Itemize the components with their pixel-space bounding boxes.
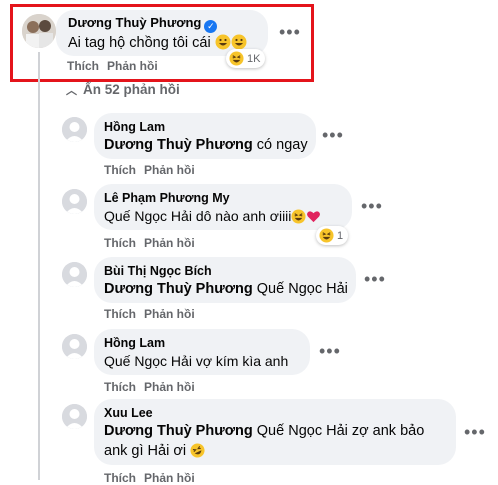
like-button[interactable]: Thích [104,163,136,177]
heart-emoji-icon [307,211,321,223]
hide-replies-button[interactable]: ︿ Ẩn 52 phản hồi [66,82,180,98]
reply-text: Dương Thuỳ Phương có ngay [104,137,308,153]
reply-button[interactable]: Phản hồi [144,471,195,485]
reply-actions: Thích Phản hồi [104,236,203,250]
hide-replies-label: Ẩn 52 phản hồi [83,82,180,97]
grinning-emoji-icon [215,34,231,50]
rofl-emoji-icon [190,443,205,458]
avatar[interactable] [62,117,87,142]
more-options-button[interactable]: ••• [464,423,486,441]
grinning-emoji-icon [231,34,247,50]
like-button[interactable]: Thích [104,471,136,485]
reply-author[interactable]: Lê Phạm Phương My [104,190,342,206]
reply-author[interactable]: Hồng Lam [104,335,300,351]
comment-author[interactable]: Dương Thuỳ Phương ✓ [68,15,256,33]
avatar[interactable] [62,334,87,359]
reply-bubble: Hồng Lam Dương Thuỳ Phương có ngay [94,113,316,159]
reply-text: Dương Thuỳ Phương Quế Ngọc Hải [104,281,348,297]
tagged-user-link[interactable]: Dương Thuỳ Phương [104,281,253,297]
reply-actions: Thích Phản hồi [104,471,203,485]
default-avatar-icon [62,404,87,429]
default-avatar-icon [62,117,87,142]
verified-badge-icon: ✓ [204,20,218,33]
avatar[interactable] [62,262,87,287]
reply-bubble: Bùi Thị Ngọc Bích Dương Thuỳ Phương Quế … [94,257,356,303]
reply-button[interactable]: Phản hồi [144,236,195,250]
like-button[interactable]: Thích [104,380,136,394]
reply-author[interactable]: Bùi Thị Ngọc Bích [104,263,346,279]
laughing-emoji-icon [319,228,334,243]
reaction-count-label: 1 [337,229,344,242]
reaction-count[interactable]: 1K [226,49,266,68]
more-options-button[interactable]: ••• [322,126,344,144]
reply-bubble: Hồng Lam Quế Ngọc Hải vợ kím kìa anh [94,329,310,375]
reply-text: Quế Ngọc Hải dô nào anh ơiiii [104,206,342,226]
reply-button[interactable]: Phản hồi [107,59,158,73]
reply-bubble: Xuu Lee Dương Thuỳ Phương Quế Ngọc Hải z… [94,399,456,465]
more-options-button[interactable]: ••• [364,270,386,288]
more-options-button[interactable]: ••• [361,197,383,215]
default-avatar-icon [62,334,87,359]
avatar[interactable] [62,404,87,429]
reply-actions: Thích Phản hồi [104,307,203,321]
reply-button[interactable]: Phản hồi [144,307,195,321]
reply-button[interactable]: Phản hồi [144,380,195,394]
profile-photo-icon [22,14,56,48]
default-avatar-icon [62,189,87,214]
laughing-emoji-icon [291,209,306,224]
like-button[interactable]: Thích [104,307,136,321]
more-options-button[interactable]: ••• [319,342,341,360]
tagged-user-link[interactable]: Dương Thuỳ Phương [104,423,253,439]
more-options-button[interactable]: ••• [279,23,301,41]
reply-author[interactable]: Hồng Lam [104,119,306,135]
reply-text: Quế Ngọc Hải vợ kím kìa anh [104,353,289,369]
reply-actions: Thích Phản hồi [104,163,203,177]
like-button[interactable]: Thích [67,59,99,73]
reply-actions: Thích Phản hồi [104,380,203,394]
tagged-user-link[interactable]: Dương Thuỳ Phương [104,137,253,153]
reaction-count[interactable]: 1 [316,226,349,245]
comment-actions: Thích Phản hồi [67,59,166,73]
thread-line [38,52,40,480]
reply-bubble: Lê Phạm Phương My Quế Ngọc Hải dô nào an… [94,184,352,230]
reply-text-line2: ank gì Hải ơi [104,441,446,461]
reaction-count-label: 1K [247,52,261,65]
reply-text: Dương Thuỳ Phương Quế Ngọc Hải zợ ank bả… [104,423,425,439]
default-avatar-icon [62,262,87,287]
reply-button[interactable]: Phản hồi [144,163,195,177]
laughing-emoji-icon [229,51,244,66]
avatar[interactable] [62,189,87,214]
comment-text: Ai tag hộ chồng tôi cái [68,33,256,53]
reply-author[interactable]: Xuu Lee [104,405,446,421]
avatar[interactable] [22,14,56,48]
chevron-up-icon: ︿ [66,85,77,97]
like-button[interactable]: Thích [104,236,136,250]
